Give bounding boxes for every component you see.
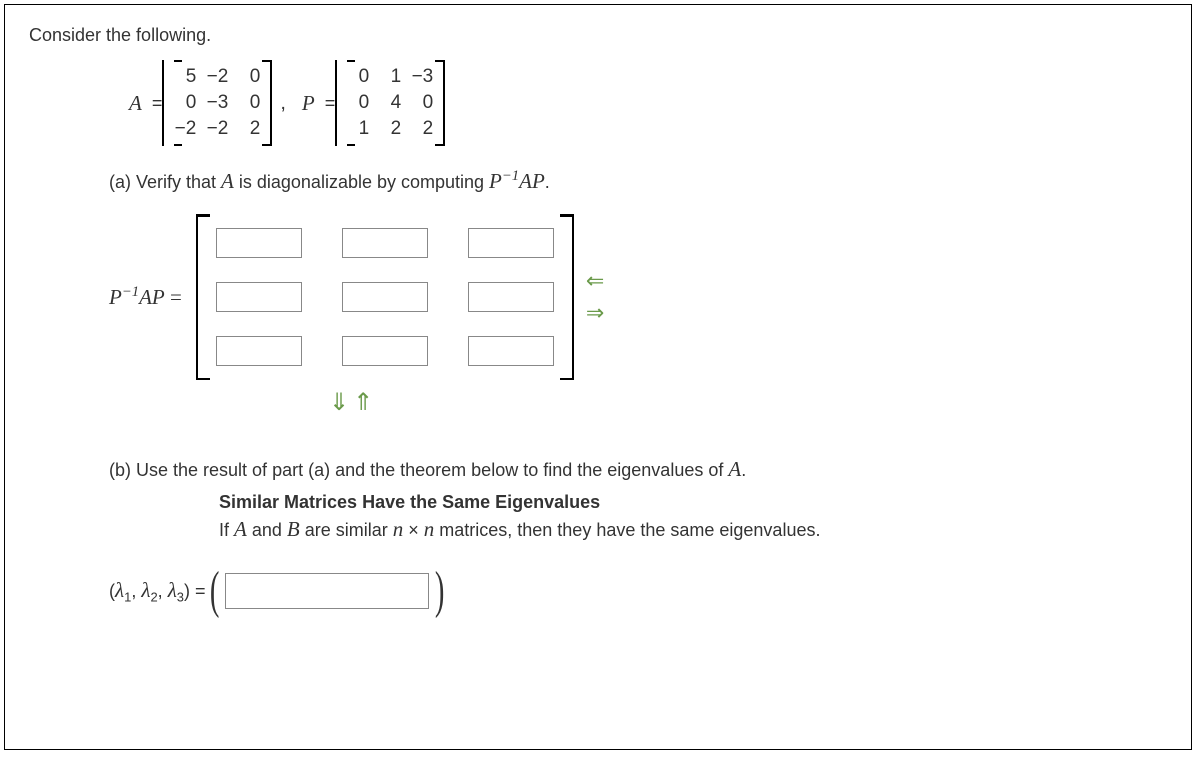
A-2-2: 2 bbox=[238, 118, 260, 140]
part-b-prefix: (b) Use the result of part (a) and the t… bbox=[109, 460, 728, 480]
big-paren-close: ) bbox=[435, 570, 445, 612]
matrix-input-1-1[interactable] bbox=[342, 282, 428, 312]
A-0-1: −2 bbox=[206, 66, 228, 88]
row-arrows[interactable]: ⇓⇑ bbox=[329, 388, 1167, 417]
P-0-1: 1 bbox=[379, 66, 401, 88]
eigenvalues-input[interactable] bbox=[225, 573, 429, 609]
P-1-2: 0 bbox=[411, 92, 433, 114]
p-inv-ap-label: P−1AP = bbox=[109, 284, 182, 310]
part-b-period: . bbox=[741, 460, 746, 480]
A-0-2: 0 bbox=[238, 66, 260, 88]
remove-row-icon[interactable]: ⇑ bbox=[353, 389, 377, 416]
A-1-1: −3 bbox=[206, 92, 228, 114]
A-1-0: 0 bbox=[174, 92, 196, 114]
matrix-input-2-0[interactable] bbox=[216, 336, 302, 366]
part-a-A: A bbox=[221, 169, 234, 193]
P-1-0: 0 bbox=[347, 92, 369, 114]
P-2-1: 2 bbox=[379, 118, 401, 140]
matrix-input-1-0[interactable] bbox=[216, 282, 302, 312]
matrix-input-1-2[interactable] bbox=[468, 282, 554, 312]
theorem-body: If A and B are similar n × n matrices, t… bbox=[219, 517, 1167, 542]
part-a-expr: P−1AP bbox=[489, 169, 545, 193]
part-a-mid: is diagonalizable by computing bbox=[234, 172, 489, 192]
P-1-1: 4 bbox=[379, 92, 401, 114]
matrix-P: 0 1 −3 0 4 0 1 2 2 bbox=[335, 60, 445, 146]
matrix-input-0-1[interactable] bbox=[342, 228, 428, 258]
matrix-input-2-2[interactable] bbox=[468, 336, 554, 366]
P-2-2: 2 bbox=[411, 118, 433, 140]
part-b-text: (b) Use the result of part (a) and the t… bbox=[109, 457, 1167, 482]
column-arrows[interactable]: ⇐ ⇒ bbox=[586, 268, 604, 326]
label-A: A bbox=[129, 91, 142, 116]
eigenvalue-tuple-label: (λ1, λ2, λ3) = bbox=[109, 578, 206, 605]
equals-P: = bbox=[325, 93, 336, 114]
A-2-1: −2 bbox=[206, 118, 228, 140]
P-0-2: −3 bbox=[411, 66, 433, 88]
P-2-0: 1 bbox=[347, 118, 369, 140]
equals-A: = bbox=[152, 93, 163, 114]
A-1-2: 0 bbox=[238, 92, 260, 114]
matrix-input-2-1[interactable] bbox=[342, 336, 428, 366]
theorem-title: Similar Matrices Have the Same Eigenvalu… bbox=[219, 492, 1167, 513]
A-2-0: −2 bbox=[174, 118, 196, 140]
part-a-prefix: (a) Verify that bbox=[109, 172, 221, 192]
part-a-answer-row: P−1AP = ⇐ ⇒ bbox=[109, 214, 1167, 380]
matrix-A: 5 −2 0 0 −3 0 −2 −2 2 bbox=[162, 60, 272, 146]
big-paren-open: ( bbox=[209, 570, 219, 612]
matrix-input-0-0[interactable] bbox=[216, 228, 302, 258]
P-0-0: 0 bbox=[347, 66, 369, 88]
comma: , bbox=[280, 92, 286, 115]
label-P: P bbox=[302, 91, 315, 116]
intro-text: Consider the following. bbox=[29, 25, 1167, 46]
part-a-text: (a) Verify that A is diagonalizable by c… bbox=[109, 168, 1167, 194]
add-column-icon[interactable]: ⇒ bbox=[586, 300, 604, 326]
remove-column-icon[interactable]: ⇐ bbox=[586, 268, 604, 294]
add-row-icon[interactable]: ⇓ bbox=[329, 389, 353, 416]
part-a-period: . bbox=[545, 172, 550, 192]
question-container: Consider the following. A = 5 −2 0 0 −3 … bbox=[4, 4, 1192, 750]
matrices-definition: A = 5 −2 0 0 −3 0 −2 −2 2 , P = 0 1 bbox=[129, 60, 1167, 146]
eigenvalue-answer-row: (λ1, λ2, λ3) = ( ) bbox=[109, 570, 1167, 612]
part-b-A: A bbox=[728, 457, 741, 481]
answer-matrix-bracket bbox=[196, 214, 574, 380]
A-0-0: 5 bbox=[174, 66, 196, 88]
matrix-input-0-2[interactable] bbox=[468, 228, 554, 258]
